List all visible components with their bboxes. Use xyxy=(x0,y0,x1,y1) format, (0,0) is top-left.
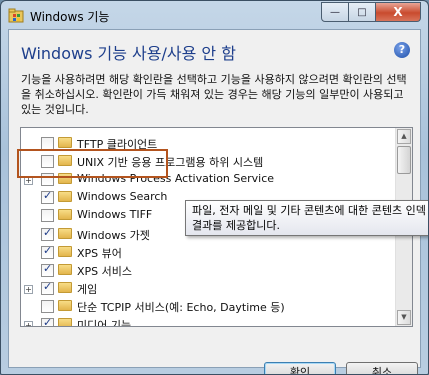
folder-icon xyxy=(58,263,72,275)
feature-checkbox[interactable] xyxy=(41,209,54,223)
minimize-button[interactable]: — xyxy=(321,2,349,22)
feature-checkbox[interactable]: ✓ xyxy=(41,225,54,241)
scroll-down-icon[interactable]: ▼ xyxy=(397,310,411,325)
folder-icon xyxy=(58,137,72,148)
close-button[interactable]: X xyxy=(376,2,421,22)
feature-label: Windows Search xyxy=(77,190,168,204)
windows-features-icon xyxy=(8,8,24,23)
minimize-icon: — xyxy=(330,6,340,18)
dialog-heading: Windows 기능 사용/사용 안 함 xyxy=(21,44,236,63)
folder-icon xyxy=(58,227,72,239)
feature-label: Windows TIFF xyxy=(77,208,153,222)
feature-label: XPS 뷰어 xyxy=(77,246,122,260)
checkmark-icon: ✓ xyxy=(43,279,53,293)
checkmark-icon: ✓ xyxy=(43,189,53,203)
feature-checkbox[interactable]: ✓ xyxy=(41,261,54,277)
feature-label: 미디어 기능 xyxy=(77,319,132,327)
windows-features-window: Windows 기능 — □ X Windows 기능 사용/사용 안 함 ? … xyxy=(0,0,429,375)
checkmark-icon: ✓ xyxy=(43,261,53,275)
feature-checkbox[interactable] xyxy=(41,299,54,313)
feature-row[interactable]: ✓ XPS 서비스 xyxy=(21,262,398,280)
folder-icon xyxy=(58,245,72,257)
cancel-button[interactable]: 취소 xyxy=(346,362,418,374)
dialog-description: 기능을 사용하려면 해당 확인란을 선택하고 기능을 사용하지 않으려면 확인란… xyxy=(21,73,407,116)
folder-icon xyxy=(58,299,72,311)
checkmark-icon: ✓ xyxy=(43,225,53,239)
feature-row[interactable]: + ✓ 미디어 기능 xyxy=(21,316,398,327)
close-icon: X xyxy=(393,5,403,19)
feature-checkbox[interactable]: ✓ xyxy=(41,279,54,295)
feature-tooltip: 파일, 전자 메일 및 기타 콘텐츠에 대한 콘텐츠 인덱 결과를 제공합니다. xyxy=(185,200,428,236)
feature-label: XPS 서비스 xyxy=(77,264,133,278)
maximize-icon: □ xyxy=(357,6,367,18)
folder-icon xyxy=(58,191,72,203)
tooltip-line-2: 결과를 제공합니다. xyxy=(192,219,280,232)
folder-icon xyxy=(58,318,72,326)
help-icon[interactable]: ? xyxy=(394,42,410,58)
maximize-button[interactable]: □ xyxy=(349,2,376,22)
feature-label: Windows 가젯 xyxy=(77,228,150,242)
dialog-body: Windows 기능 사용/사용 안 함 ? 기능을 사용하려면 해당 확인란을… xyxy=(8,29,421,374)
feature-row[interactable]: + ✓ 게임 xyxy=(21,280,398,298)
feature-row[interactable]: ✓ XPS 뷰어 xyxy=(21,244,398,262)
feature-checkbox[interactable]: ✓ xyxy=(41,189,54,205)
scroll-thumb[interactable] xyxy=(397,146,411,174)
tooltip-line-1: 파일, 전자 메일 및 기타 콘텐츠에 대한 콘텐츠 인덱 xyxy=(192,204,426,217)
window-controls: — □ X xyxy=(321,2,421,22)
feature-label: 게임 xyxy=(77,282,98,296)
checkmark-icon: ✓ xyxy=(43,316,53,327)
window-title: Windows 기능 xyxy=(30,10,110,24)
expand-icon[interactable]: + xyxy=(24,284,33,294)
checkmark-icon: ✓ xyxy=(43,243,53,257)
windows-search-highlight xyxy=(17,149,168,178)
folder-icon xyxy=(58,209,72,221)
feature-checkbox[interactable]: ✓ xyxy=(41,243,54,259)
expand-icon[interactable]: + xyxy=(24,321,33,326)
scroll-up-icon[interactable]: ▲ xyxy=(397,129,411,144)
feature-label: 단순 TCPIP 서비스(예: Echo, Daytime 등) xyxy=(77,300,285,314)
feature-checkbox[interactable]: ✓ xyxy=(41,316,54,327)
title-bar[interactable]: Windows 기능 — □ X xyxy=(1,1,428,31)
ok-button[interactable]: 확인 xyxy=(264,362,336,374)
folder-icon xyxy=(58,281,72,293)
feature-row[interactable]: 단순 TCPIP 서비스(예: Echo, Daytime 등) xyxy=(21,298,398,316)
